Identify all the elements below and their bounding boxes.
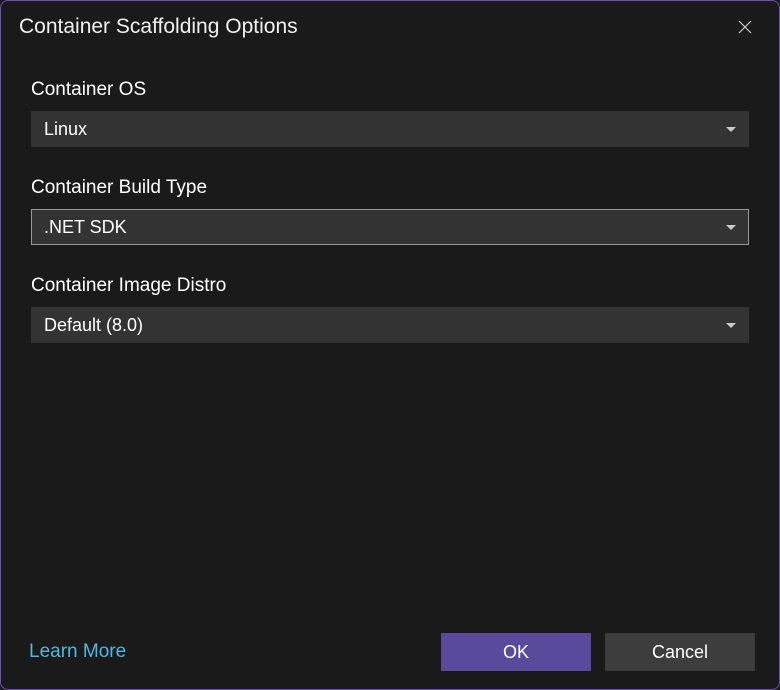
dialog-footer: Learn More OK Cancel: [1, 617, 779, 689]
container-build-type-label: Container Build Type: [31, 177, 749, 199]
ok-button[interactable]: OK: [441, 633, 591, 671]
container-os-dropdown[interactable]: Linux: [31, 111, 749, 147]
container-os-field: Container OS Linux: [31, 79, 749, 147]
container-image-distro-label: Container Image Distro: [31, 275, 749, 297]
container-os-label: Container OS: [31, 79, 749, 101]
container-image-distro-field: Container Image Distro Default (8.0): [31, 275, 749, 343]
learn-more-link[interactable]: Learn More: [29, 641, 126, 663]
container-build-type-value: .NET SDK: [44, 217, 726, 238]
container-image-distro-dropdown[interactable]: Default (8.0): [31, 307, 749, 343]
container-build-type-dropdown[interactable]: .NET SDK: [31, 209, 749, 245]
close-button[interactable]: [729, 11, 761, 43]
chevron-down-icon: [726, 127, 736, 132]
container-image-distro-value: Default (8.0): [44, 315, 726, 336]
chevron-down-icon: [726, 323, 736, 328]
container-os-value: Linux: [44, 119, 726, 140]
dialog-content: Container OS Linux Container Build Type …: [1, 51, 779, 617]
close-icon: [737, 19, 753, 35]
chevron-down-icon: [726, 225, 736, 230]
dialog-title: Container Scaffolding Options: [19, 15, 298, 39]
cancel-button[interactable]: Cancel: [605, 633, 755, 671]
titlebar: Container Scaffolding Options: [1, 1, 779, 51]
dialog-container: Container Scaffolding Options Container …: [0, 0, 780, 690]
container-build-type-field: Container Build Type .NET SDK: [31, 177, 749, 245]
